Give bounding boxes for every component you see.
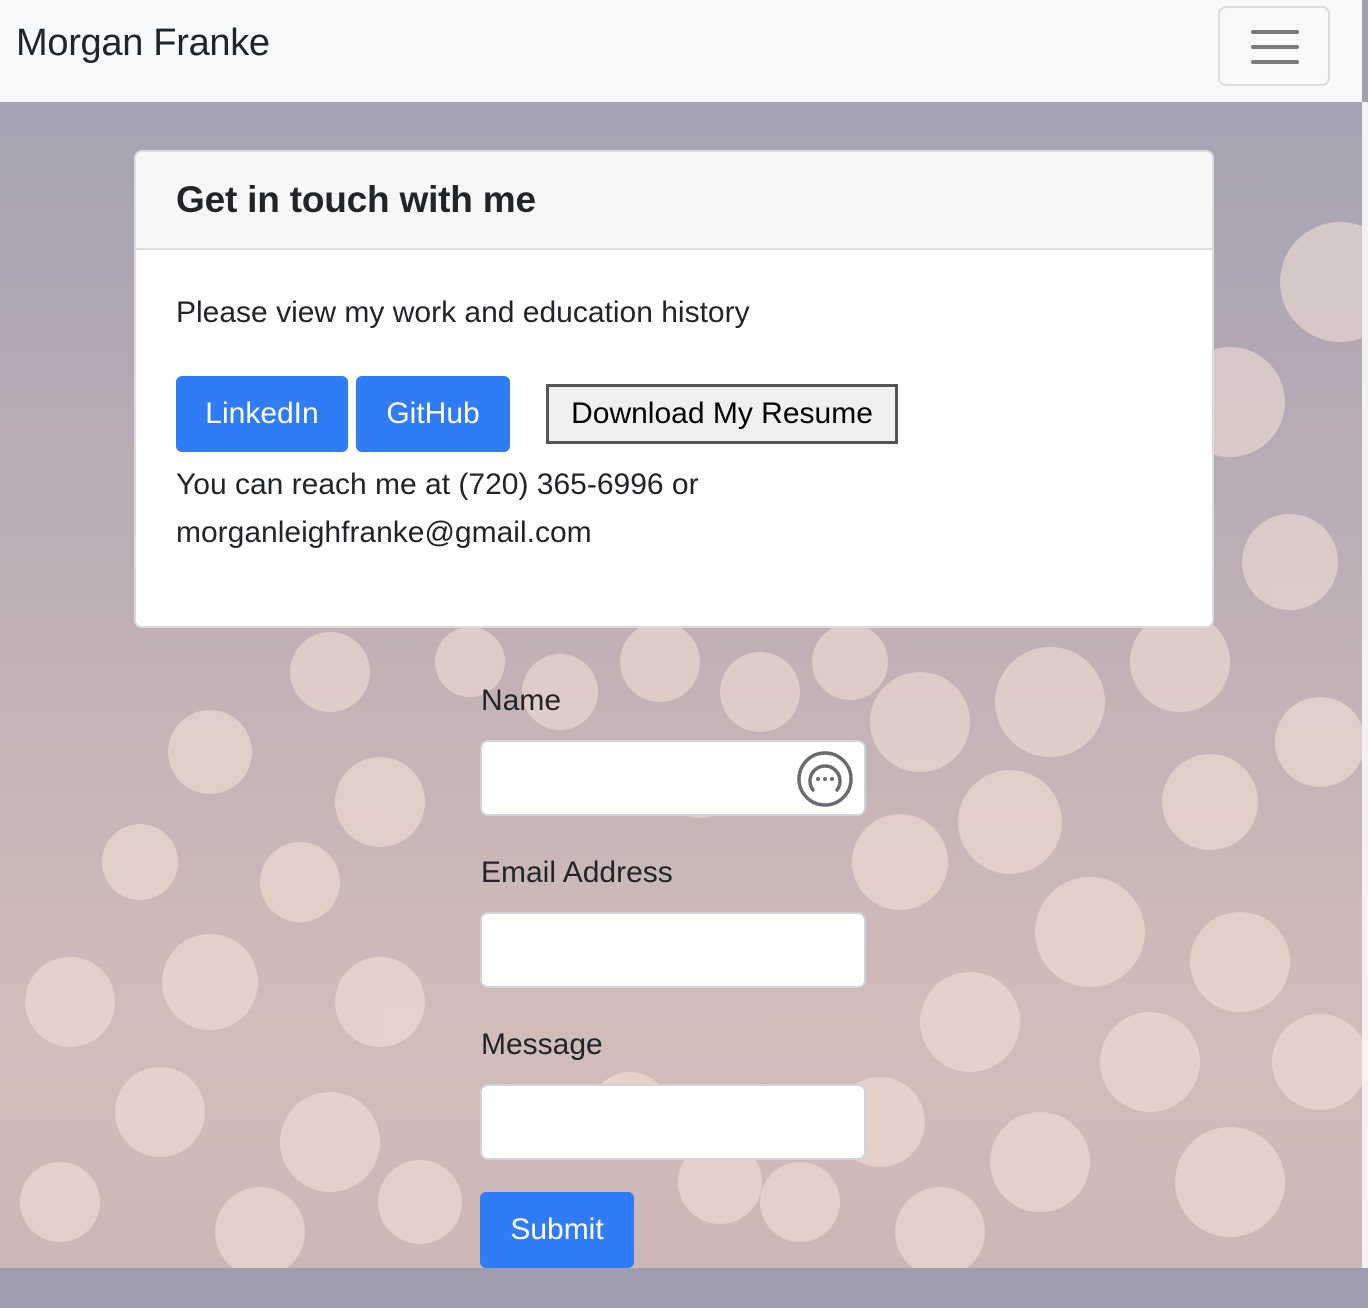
scrollbar-track[interactable] bbox=[1362, 102, 1368, 1268]
card-title: Get in touch with me bbox=[176, 179, 536, 220]
linkedin-button[interactable]: LinkedIn bbox=[176, 376, 348, 452]
contact-phone-line: You can reach me at (720) 365-6996 or bbox=[176, 468, 699, 501]
navbar: Morgan Franke bbox=[0, 0, 1362, 102]
brand-link[interactable]: Morgan Franke bbox=[16, 22, 270, 65]
name-input[interactable] bbox=[480, 740, 866, 816]
navbar-toggler-button[interactable] bbox=[1218, 6, 1330, 86]
intro-text: Please view my work and education histor… bbox=[176, 296, 750, 329]
email-input[interactable] bbox=[480, 912, 866, 988]
contact-email[interactable]: morganleighfranke@gmail.com bbox=[176, 509, 876, 557]
email-label: Email Address bbox=[481, 856, 673, 889]
download-resume-button[interactable]: Download My Resume bbox=[546, 384, 898, 444]
name-label: Name bbox=[481, 684, 562, 717]
password-manager-icon[interactable] bbox=[796, 750, 854, 808]
footer-strip bbox=[0, 1268, 1368, 1308]
message-label: Message bbox=[481, 1028, 603, 1061]
message-input[interactable] bbox=[480, 1084, 866, 1160]
contact-info: You can reach me at (720) 365-6996 or mo… bbox=[176, 461, 876, 557]
github-button[interactable]: GitHub bbox=[356, 376, 510, 452]
submit-button[interactable]: Submit bbox=[480, 1192, 634, 1268]
card-header: Get in touch with me bbox=[136, 152, 1212, 250]
